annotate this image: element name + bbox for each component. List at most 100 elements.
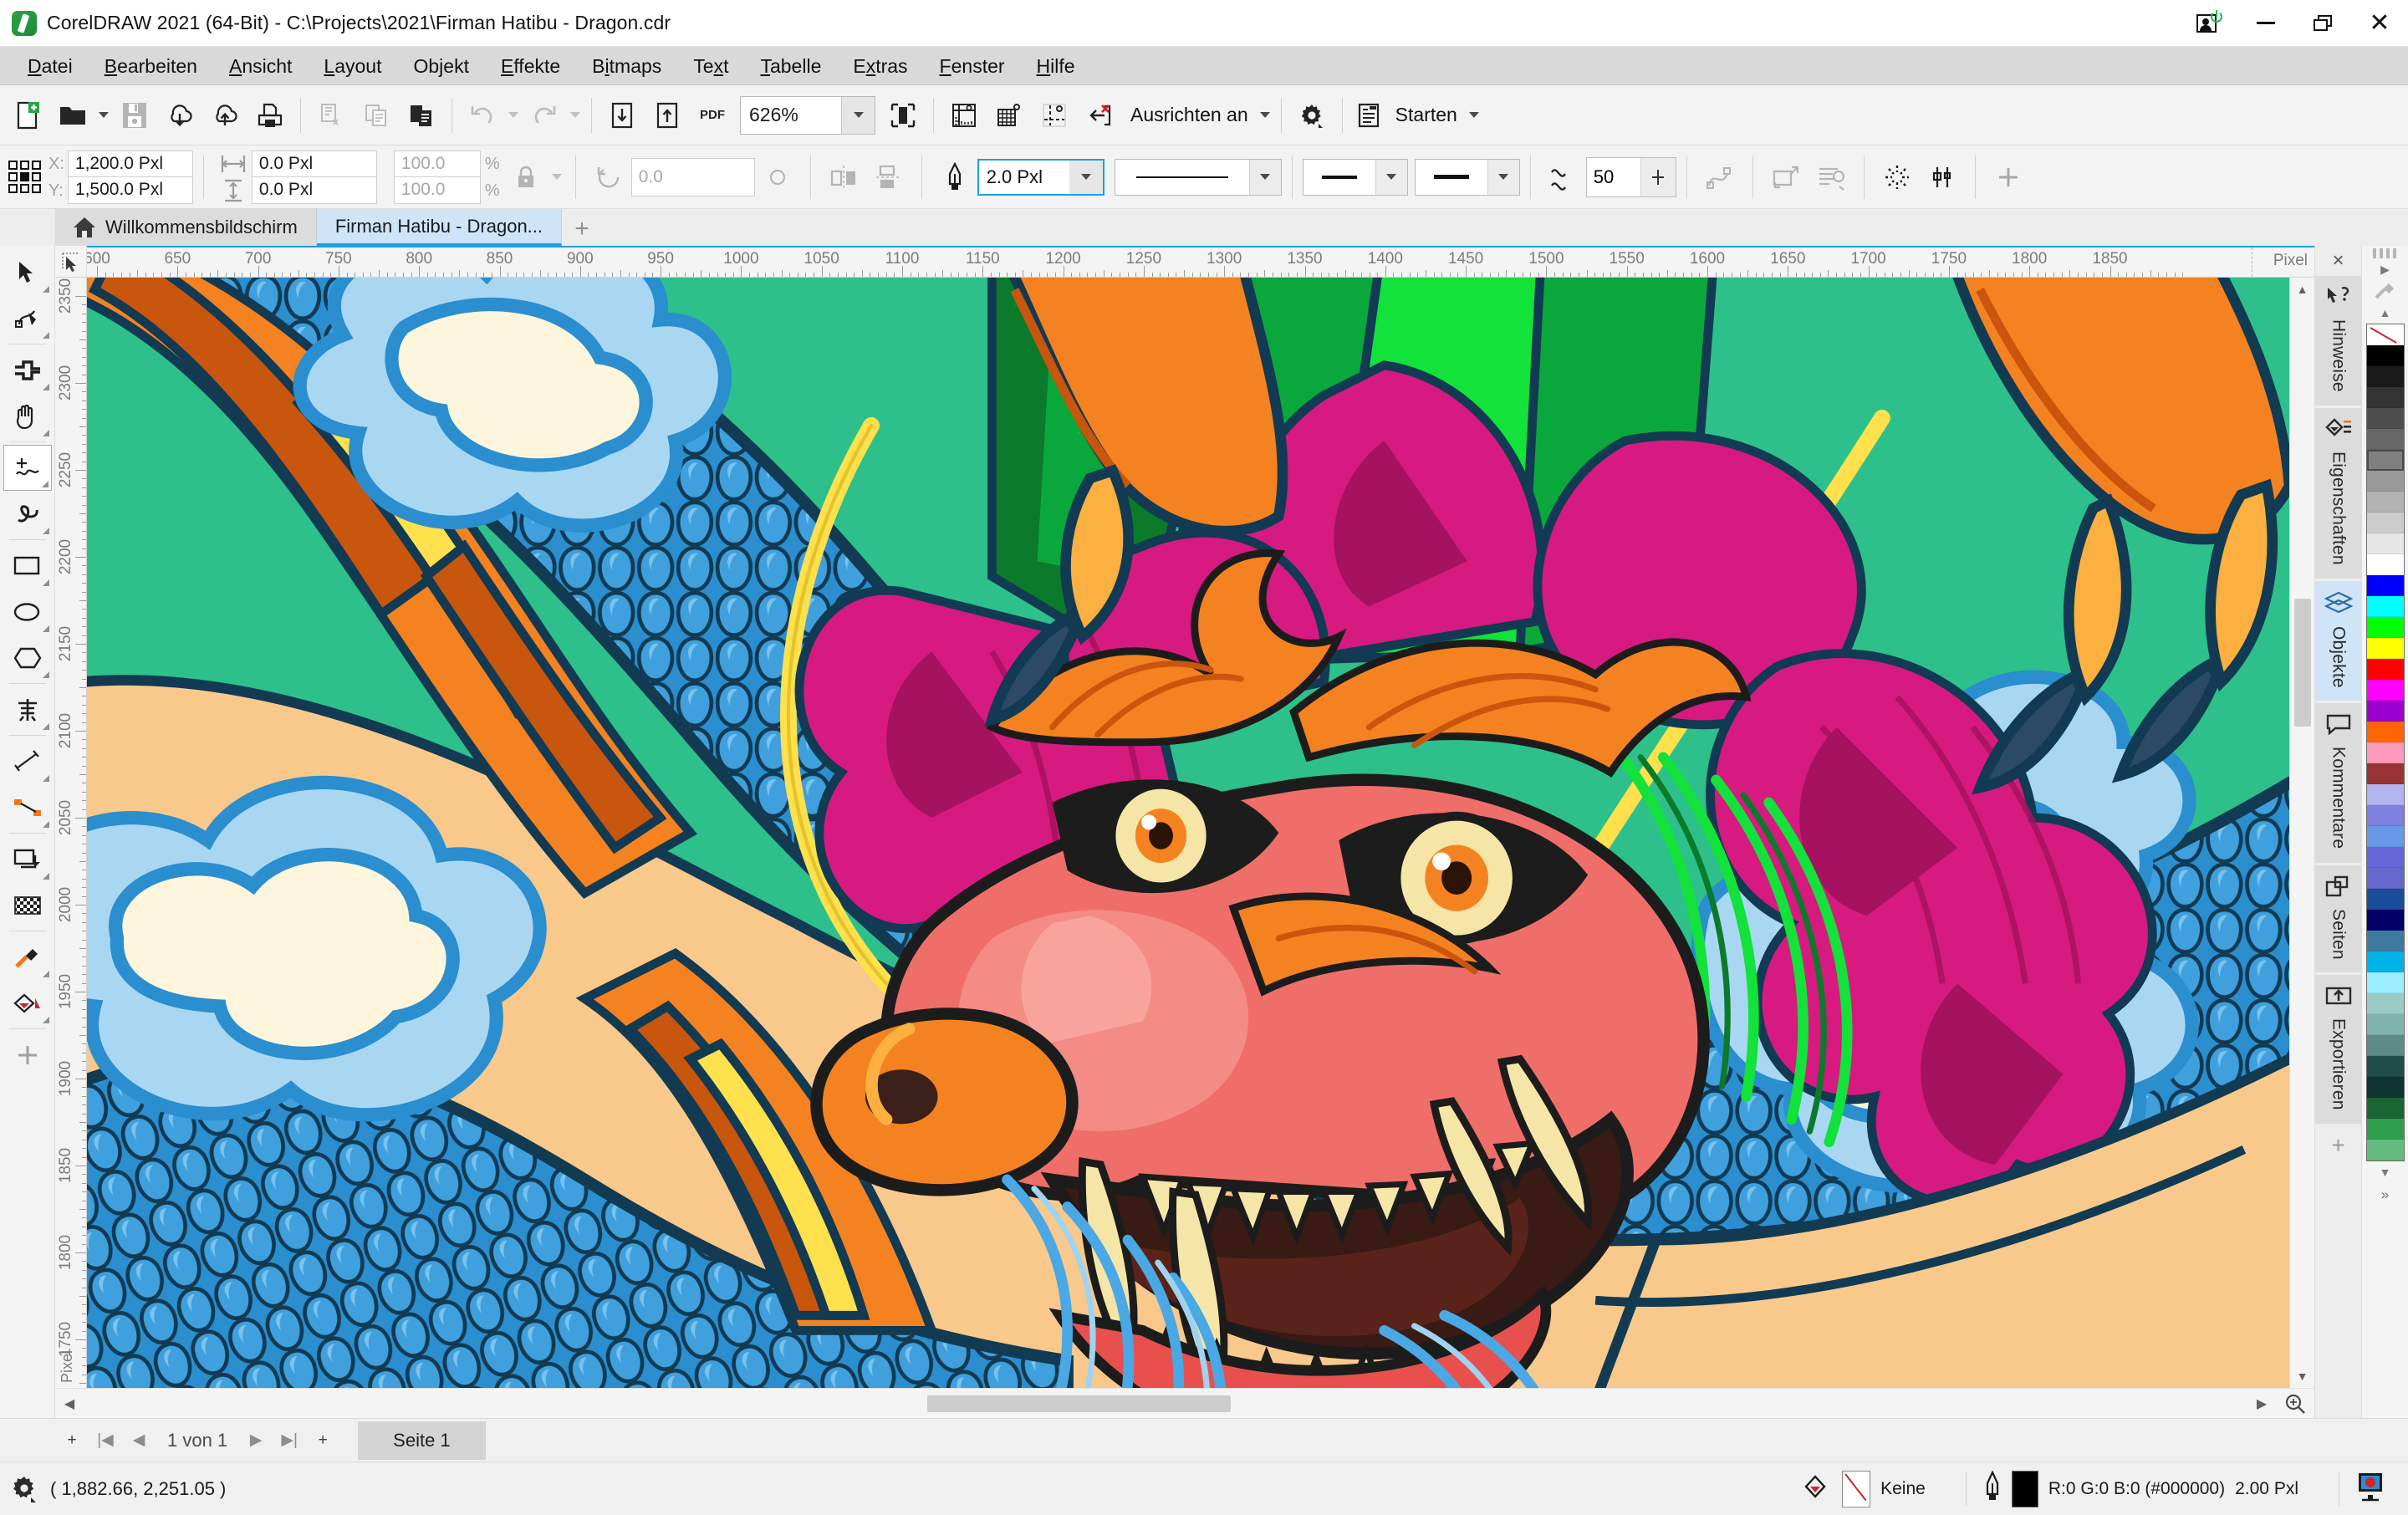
account-button[interactable] bbox=[2181, 0, 2237, 47]
import2-button[interactable] bbox=[599, 91, 645, 140]
clear-guides-button[interactable] bbox=[1077, 91, 1122, 140]
docker-tab-kommentare[interactable]: Kommentare bbox=[2314, 703, 2362, 863]
docker-tab-exportieren[interactable]: Exportieren bbox=[2314, 975, 2362, 1124]
miter-limit-input[interactable] bbox=[1586, 157, 1640, 196]
show-rulers-button[interactable] bbox=[941, 91, 987, 140]
palette-swatch[interactable] bbox=[2366, 784, 2404, 805]
more-options-button[interactable] bbox=[1986, 153, 2031, 201]
artistic-media-tool[interactable] bbox=[3, 491, 52, 537]
height-input[interactable]: 0.0 Pxl bbox=[251, 176, 377, 204]
drawing-canvas[interactable] bbox=[87, 278, 2289, 1388]
palette-swatch[interactable] bbox=[2366, 972, 2404, 993]
polygon-tool[interactable] bbox=[3, 635, 52, 681]
miter-limit-box[interactable] bbox=[1585, 156, 1676, 197]
menu-datei[interactable]: Datei bbox=[12, 47, 89, 85]
outline-color-swatch[interactable] bbox=[2011, 1470, 2038, 1507]
width-input[interactable]: 0.0 Pxl bbox=[251, 150, 377, 177]
menu-fenster[interactable]: Fenster bbox=[924, 47, 1021, 85]
palette-swatch[interactable] bbox=[2366, 638, 2404, 659]
object-origin-icon[interactable] bbox=[7, 159, 43, 196]
add-page-after-button[interactable]: + bbox=[306, 1421, 339, 1460]
palette-swatch[interactable] bbox=[2366, 742, 2404, 763]
mirror-horizontal-button[interactable] bbox=[821, 153, 866, 201]
mirror-vertical-button[interactable] bbox=[866, 153, 911, 201]
palette-swatch[interactable] bbox=[2366, 889, 2404, 910]
publish-pdf-button[interactable]: PDF bbox=[690, 91, 735, 140]
open-recent-caret[interactable] bbox=[95, 91, 112, 140]
outline-style-combo[interactable] bbox=[1114, 158, 1282, 196]
show-grid-button[interactable] bbox=[987, 91, 1032, 140]
dimension-tool[interactable] bbox=[3, 738, 52, 784]
minimize-button[interactable] bbox=[2237, 0, 2294, 47]
text-tool[interactable] bbox=[3, 686, 52, 732]
horizontal-scroll-thumb[interactable] bbox=[927, 1395, 1231, 1412]
export-button[interactable] bbox=[202, 91, 247, 140]
customize-toolbox-button[interactable] bbox=[3, 1032, 52, 1078]
palette-no-color-swatch[interactable] bbox=[2366, 324, 2404, 345]
horizontal-ruler[interactable]: Pixel 6006507007508008509009501000105011… bbox=[87, 246, 2314, 278]
palette-swatch[interactable] bbox=[2366, 847, 2404, 868]
scroll-left-button[interactable]: ◀ bbox=[55, 1390, 84, 1418]
new-document-button[interactable] bbox=[5, 91, 50, 140]
snap-to-button[interactable]: Ausrichten an bbox=[1122, 91, 1273, 140]
pan-tool[interactable] bbox=[3, 393, 52, 439]
ellipse-tool[interactable] bbox=[3, 589, 52, 635]
zoom-dropdown-button[interactable] bbox=[841, 96, 875, 134]
end-arrow-combo[interactable] bbox=[1414, 158, 1520, 196]
docker-tab-seiten[interactable]: Seiten bbox=[2314, 865, 2362, 973]
palette-swatch[interactable] bbox=[2366, 429, 2404, 450]
palette-eyedropper-icon[interactable] bbox=[2362, 280, 2408, 302]
transparency-tool[interactable] bbox=[3, 882, 52, 928]
palette-swatch[interactable] bbox=[2366, 680, 2404, 701]
menu-bitmaps[interactable]: Bitmaps bbox=[576, 47, 677, 85]
palette-swatch[interactable] bbox=[2366, 450, 2404, 471]
palette-swatch[interactable] bbox=[2366, 659, 2404, 680]
copy-button[interactable] bbox=[354, 91, 399, 140]
outline-style-dropdown[interactable] bbox=[1248, 159, 1281, 195]
palette-swatch[interactable] bbox=[2366, 868, 2404, 889]
palette-scroll-down[interactable]: ▼ bbox=[2362, 1161, 2408, 1183]
docker-tab-eigenschaften[interactable]: Eigenschaften bbox=[2314, 407, 2362, 579]
edit-nodes-button[interactable] bbox=[1875, 153, 1920, 201]
menu-effekte[interactable]: Effekte bbox=[485, 47, 576, 85]
last-page-button[interactable]: ▶| bbox=[273, 1421, 306, 1460]
palette-swatch[interactable] bbox=[2366, 805, 2404, 826]
palette-swatch[interactable] bbox=[2366, 408, 2404, 429]
vertical-scroll-thumb[interactable] bbox=[2294, 599, 2311, 727]
outline-width-dropdown[interactable] bbox=[1069, 160, 1103, 194]
palette-swatch[interactable] bbox=[2366, 1098, 2404, 1119]
palette-swatch[interactable] bbox=[2366, 1077, 2404, 1098]
page-tab-seite-1[interactable]: Seite 1 bbox=[358, 1421, 486, 1460]
add-tab-button[interactable]: + bbox=[562, 212, 602, 246]
import-button[interactable] bbox=[157, 91, 202, 140]
horizontal-scrollbar[interactable]: ◀ ▶ bbox=[55, 1388, 2314, 1418]
lock-ratio-button[interactable] bbox=[503, 153, 548, 201]
vertical-ruler[interactable]: Pixel 2350 2300 2250 2200 2150 2100 2050 2000 19… bbox=[55, 278, 87, 1388]
palette-scroll-start[interactable]: ▶ bbox=[2362, 258, 2408, 280]
menu-tabelle[interactable]: Tabelle bbox=[744, 47, 837, 85]
show-guides-button[interactable] bbox=[1032, 91, 1077, 140]
palette-swatch[interactable] bbox=[2366, 617, 2404, 638]
zoom-input[interactable] bbox=[741, 96, 841, 134]
palette-swatch[interactable] bbox=[2366, 993, 2404, 1014]
x-position-input[interactable]: 1,200.0 Pxl bbox=[67, 150, 193, 177]
palette-swatch[interactable] bbox=[2366, 763, 2404, 784]
connector-tool[interactable] bbox=[3, 784, 52, 830]
scroll-right-button[interactable]: ▶ bbox=[2247, 1390, 2276, 1418]
palette-swatch[interactable] bbox=[2366, 1140, 2404, 1160]
zoom-level-combo[interactable] bbox=[740, 95, 875, 135]
redo-button[interactable] bbox=[522, 91, 567, 140]
previous-page-button[interactable]: ◀ bbox=[122, 1421, 156, 1460]
palette-swatch[interactable] bbox=[2366, 366, 2404, 387]
menu-hilfe[interactable]: Hilfe bbox=[1021, 47, 1091, 85]
rotation-input[interactable]: 0.0 bbox=[630, 157, 755, 196]
lock-ratio-caret[interactable] bbox=[548, 153, 565, 201]
export2-button[interactable] bbox=[645, 91, 690, 140]
scroll-up-button[interactable]: ▲ bbox=[2290, 278, 2314, 301]
add-page-before-button[interactable]: + bbox=[55, 1421, 89, 1460]
palette-swatch-list[interactable] bbox=[2365, 324, 2405, 1161]
snap-to-caret[interactable] bbox=[1257, 91, 1273, 140]
tab-dragon-document[interactable]: Firman Hatibu - Dragon... bbox=[316, 209, 563, 246]
print-button[interactable] bbox=[247, 91, 293, 140]
scroll-down-button[interactable]: ▼ bbox=[2290, 1365, 2314, 1388]
